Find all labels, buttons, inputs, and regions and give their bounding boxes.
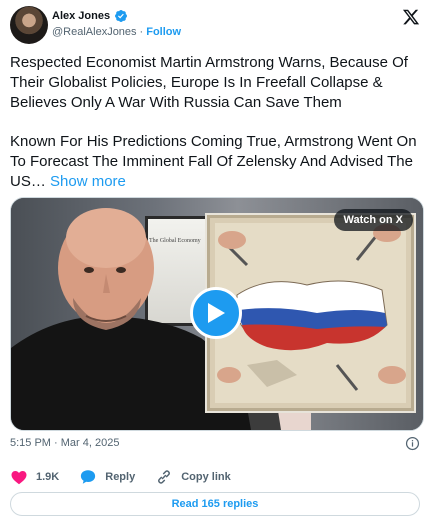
tweet-paragraph-1: Respected Economist Martin Armstrong War… (10, 54, 408, 111)
verified-badge-icon (115, 10, 128, 22)
copy-link-label: Copy link (181, 471, 231, 483)
author-name[interactable]: Alex Jones (52, 10, 110, 22)
like-count: 1.9K (36, 471, 60, 483)
follow-button[interactable]: Follow (146, 26, 181, 38)
tweet-time: 5:15 PM (10, 437, 51, 449)
tweet-actions: 1.9K Reply Copy link (10, 468, 251, 486)
show-more-link[interactable]: Show more (50, 173, 126, 190)
reply-button[interactable]: Reply (79, 468, 135, 486)
separator-dot: · (139, 26, 144, 38)
tweet-paragraph-2: Known For His Predictions Coming True, A… (10, 132, 425, 192)
tweet-timestamp[interactable]: 5:15 PM · Mar 4, 2025 (10, 437, 119, 449)
tweet-header: Alex Jones @RealAlexJones · Follow (10, 6, 421, 46)
tweet-text: Respected Economist Martin Armstrong War… (10, 53, 425, 211)
handle-row: @RealAlexJones · Follow (52, 26, 181, 38)
reply-label: Reply (105, 471, 136, 483)
author-name-row: Alex Jones (52, 9, 128, 23)
reply-bubble-icon (81, 470, 96, 484)
copy-link-button[interactable]: Copy link (155, 468, 231, 486)
avatar[interactable] (10, 6, 48, 44)
x-logo-icon[interactable] (401, 8, 421, 26)
play-icon (208, 303, 225, 323)
video-media[interactable]: The Global Economy Watch on X (10, 197, 424, 431)
link-icon (158, 470, 171, 484)
watch-on-x-badge[interactable]: Watch on X (333, 209, 413, 231)
meta-separator: · (54, 437, 58, 449)
info-icon[interactable] (405, 436, 420, 451)
author-handle[interactable]: @RealAlexJones (52, 26, 137, 38)
heart-icon (11, 471, 27, 485)
read-replies-button[interactable]: Read 165 replies (10, 492, 420, 516)
play-button[interactable] (190, 287, 242, 339)
tweet-date: Mar 4, 2025 (60, 437, 120, 449)
like-button[interactable]: 1.9K (10, 468, 59, 486)
